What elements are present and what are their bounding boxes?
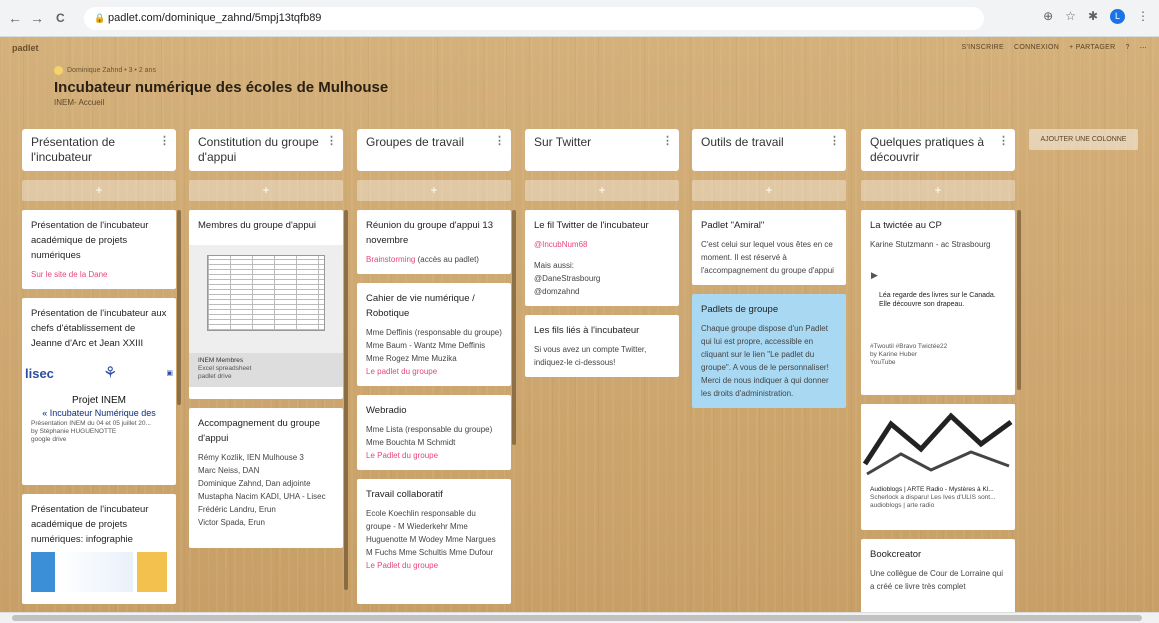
column-header: Sur Twitter ⋮ bbox=[525, 129, 679, 171]
column-menu-icon[interactable]: ⋮ bbox=[662, 134, 673, 149]
author-avatar bbox=[54, 66, 63, 75]
padlet-wall: padlet S'INSCRIRE CONNEXION + PARTAGER ?… bbox=[0, 37, 1159, 623]
radio-kleber-image bbox=[861, 404, 1015, 482]
partner-logos: lisec ⚘ ▣ bbox=[25, 356, 173, 390]
lisec-logo: lisec bbox=[25, 365, 54, 381]
column-menu-icon[interactable]: ⋮ bbox=[829, 134, 840, 149]
column-scrollbar[interactable] bbox=[1017, 210, 1021, 390]
post-link[interactable]: Le Padlet du groupe bbox=[366, 449, 502, 462]
back-button[interactable]: ← bbox=[8, 10, 22, 26]
address-bar[interactable]: 🔒 padlet.com/dominique_zahnd/5mpj13tqfb8… bbox=[84, 7, 984, 30]
extension-icon[interactable]: ✱ bbox=[1088, 9, 1098, 24]
post-card[interactable]: Présentation de l'incubateur académique … bbox=[22, 494, 176, 604]
add-post-button[interactable]: + bbox=[525, 180, 679, 201]
post-card[interactable]: La twictée au CP Karine Stutzmann - ac S… bbox=[861, 210, 1015, 395]
browser-menu-icon[interactable]: ⋮ bbox=[1137, 9, 1149, 24]
post-link[interactable]: Brainstorming bbox=[366, 255, 415, 264]
column-menu-icon[interactable]: ⋮ bbox=[159, 134, 170, 149]
login-link[interactable]: CONNEXION bbox=[1014, 44, 1059, 52]
column-presentation: Présentation de l'incubateur ⋮ + Présent… bbox=[22, 129, 176, 604]
post-card[interactable]: Audioblogs | ARTE Radio - Mystères à Kl.… bbox=[861, 404, 1015, 530]
forward-button[interactable]: → bbox=[30, 10, 44, 26]
post-link[interactable]: Le Padlet du groupe bbox=[366, 559, 502, 572]
padlet-logo[interactable]: padlet bbox=[12, 43, 39, 53]
post-card[interactable]: Travail collaboratif Ecole Koechlin resp… bbox=[357, 479, 511, 604]
author-line: Dominique Zahnd • 3 • 2 ans bbox=[54, 66, 156, 75]
post-link[interactable]: Le padlet du groupe bbox=[366, 365, 502, 378]
column-groupes-travail: Groupes de travail ⋮ + Réunion du groupe… bbox=[357, 129, 511, 604]
post-card[interactable]: Membres du groupe d'appui INEM Membres E… bbox=[189, 210, 343, 399]
zoom-icon[interactable]: ⊕ bbox=[1043, 9, 1053, 24]
post-card[interactable]: Accompagnement du groupe d'appui Rémy Ko… bbox=[189, 408, 343, 548]
post-card[interactable]: Bookcreator Une collègue de Cour de Lorr… bbox=[861, 539, 1015, 619]
bookmark-star-icon[interactable]: ☆ bbox=[1065, 9, 1076, 24]
column-scrollbar[interactable] bbox=[177, 210, 181, 405]
page-subtitle: INEM- Accueil bbox=[54, 98, 105, 107]
post-card[interactable]: Cahier de vie numérique / Robotique Mme … bbox=[357, 283, 511, 386]
post-card[interactable]: Webradio Mme Lista (responsable du group… bbox=[357, 395, 511, 470]
file-label: INEM Membres Excel spreadsheet padlet dr… bbox=[189, 353, 343, 387]
lock-icon: 🔒 bbox=[94, 13, 106, 23]
column-menu-icon[interactable]: ⋮ bbox=[326, 134, 337, 149]
column-pratiques: Quelques pratiques à découvrir ⋮ + La tw… bbox=[861, 129, 1015, 619]
page-title: Incubateur numérique des écoles de Mulho… bbox=[54, 79, 389, 96]
browser-toolbar: ← → C 🔒 padlet.com/dominique_zahnd/5mpj1… bbox=[0, 0, 1159, 37]
padlet-topbar: padlet S'INSCRIRE CONNEXION + PARTAGER ?… bbox=[0, 37, 1159, 59]
post-card[interactable]: Réunion du groupe d'appui 13 novembre Br… bbox=[357, 210, 511, 274]
post-card[interactable]: Les fils liés à l'incubateur Si vous ave… bbox=[525, 315, 679, 377]
add-column-button[interactable]: AJOUTER UNE COLONNE bbox=[1029, 129, 1138, 150]
post-card-highlighted[interactable]: Padlets de groupe Chaque groupe dispose … bbox=[692, 294, 846, 408]
column-header: Groupes de travail ⋮ bbox=[357, 129, 511, 171]
more-menu-button[interactable]: ⋯ bbox=[1140, 44, 1147, 52]
post-card[interactable]: Padlet "Amiral" C'est celui sur lequel v… bbox=[692, 210, 846, 285]
university-logo: ▣ bbox=[166, 369, 173, 377]
infographic-image bbox=[31, 552, 167, 592]
spreadsheet-thumbnail bbox=[189, 245, 343, 353]
play-icon[interactable]: ▶ bbox=[871, 269, 878, 282]
column-header: Outils de travail ⋮ bbox=[692, 129, 846, 171]
column-scrollbar[interactable] bbox=[512, 210, 516, 445]
column-twitter: Sur Twitter ⋮ + Le fil Twitter de l'incu… bbox=[525, 129, 679, 377]
column-header: Quelques pratiques à découvrir ⋮ bbox=[861, 129, 1015, 171]
help-button[interactable]: ? bbox=[1125, 44, 1129, 52]
add-post-button[interactable]: + bbox=[861, 180, 1015, 201]
share-button[interactable]: + PARTAGER bbox=[1069, 44, 1115, 52]
add-post-button[interactable]: + bbox=[22, 180, 176, 201]
column-header: Présentation de l'incubateur ⋮ bbox=[22, 129, 176, 171]
post-link[interactable]: @IncubNum68 bbox=[534, 238, 670, 251]
post-card[interactable]: Présentation de l'incubateur aux chefs d… bbox=[22, 298, 176, 485]
column-header: Constitution du groupe d'appui ⋮ bbox=[189, 129, 343, 171]
signup-link[interactable]: S'INSCRIRE bbox=[962, 44, 1004, 52]
add-post-button[interactable]: + bbox=[189, 180, 343, 201]
profile-avatar[interactable]: L bbox=[1110, 9, 1125, 24]
horizontal-scrollbar[interactable] bbox=[0, 612, 1159, 623]
post-card[interactable]: Présentation de l'incubateur académique … bbox=[22, 210, 176, 289]
post-card[interactable]: Le fil Twitter de l'incubateur @IncubNum… bbox=[525, 210, 679, 306]
column-scrollbar[interactable] bbox=[344, 210, 348, 590]
column-groupe-appui: Constitution du groupe d'appui ⋮ + Membr… bbox=[189, 129, 343, 548]
add-post-button[interactable]: + bbox=[357, 180, 511, 201]
column-menu-icon[interactable]: ⋮ bbox=[494, 134, 505, 149]
video-embed[interactable]: ▶ Léa regarde des livres sur le Canada. … bbox=[861, 255, 1015, 343]
column-outils: Outils de travail ⋮ + Padlet "Amiral" C'… bbox=[692, 129, 846, 408]
add-post-button[interactable]: + bbox=[692, 180, 846, 201]
reload-button[interactable]: C bbox=[56, 11, 65, 25]
url-text: padlet.com/dominique_zahnd/5mpj13tqfb89 bbox=[108, 12, 322, 24]
post-link[interactable]: Sur le site de la Dane bbox=[31, 268, 167, 281]
academy-logo: ⚘ bbox=[102, 364, 118, 382]
column-menu-icon[interactable]: ⋮ bbox=[998, 134, 1009, 149]
